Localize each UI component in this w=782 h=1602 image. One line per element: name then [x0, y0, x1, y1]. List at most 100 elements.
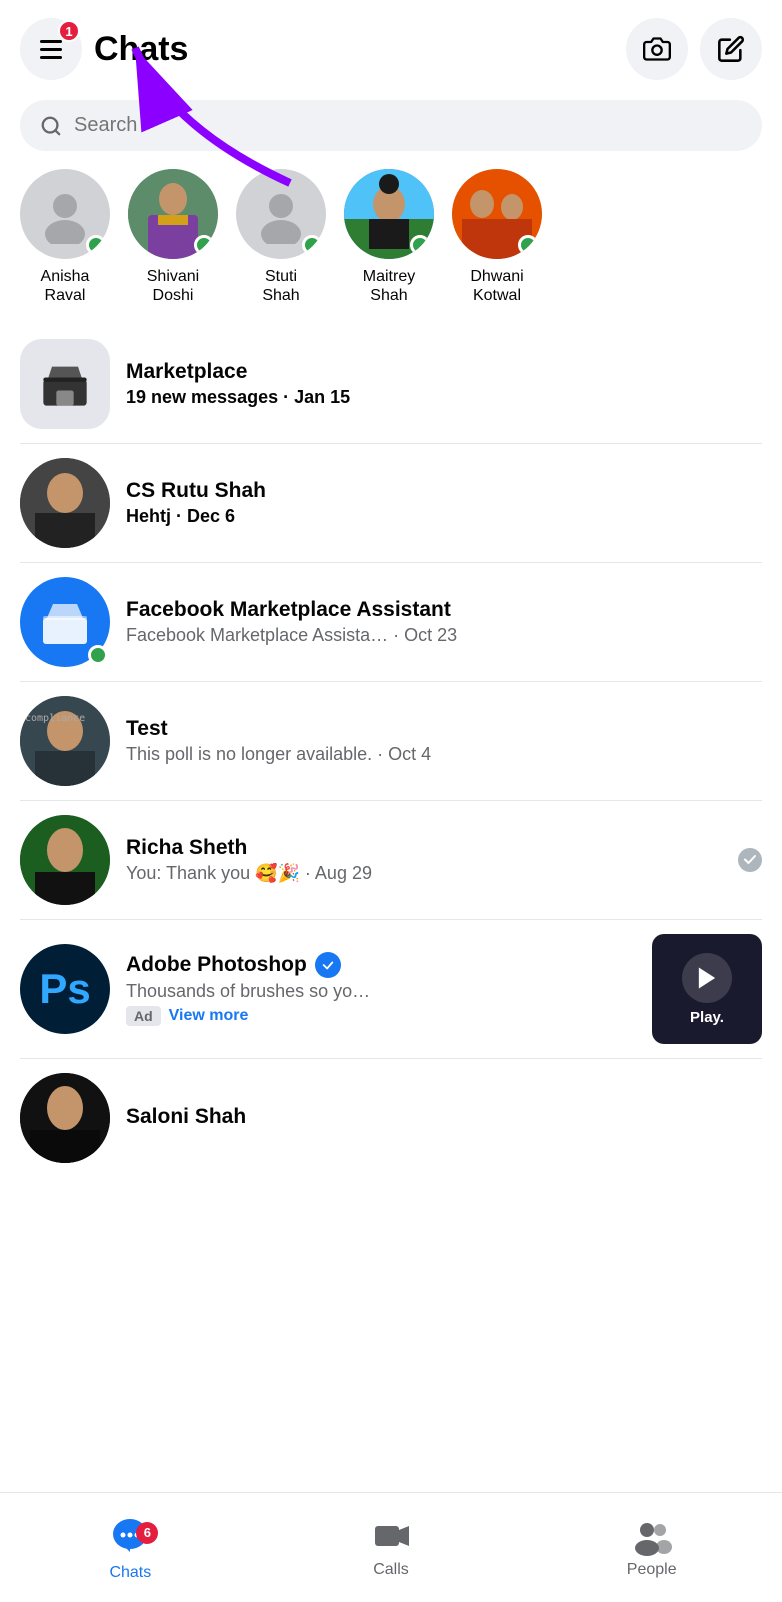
- chat-name: Marketplace: [126, 360, 762, 384]
- chat-avatar-adobe: Ps: [20, 944, 110, 1034]
- chat-name: Facebook Marketplace Assistant: [126, 598, 762, 622]
- view-more-link[interactable]: View more: [169, 1007, 249, 1025]
- camera-button[interactable]: [626, 18, 688, 80]
- chat-avatar-test: compliance: [20, 696, 110, 786]
- header: 1 Chats: [0, 0, 782, 90]
- chat-info: Richa Sheth You: Thank you 🥰🎉 · Aug 29: [126, 836, 722, 884]
- person-icon: [251, 184, 311, 244]
- online-indicator: [410, 235, 430, 255]
- checkmark-icon: [321, 958, 335, 972]
- story-item[interactable]: MaitreyShah: [344, 169, 434, 305]
- chat-info: Facebook Marketplace Assistant Facebook …: [126, 598, 762, 646]
- story-name: AnishaRaval: [41, 267, 90, 305]
- online-indicator: [194, 235, 214, 255]
- online-indicator: [86, 235, 106, 255]
- online-indicator: [88, 645, 108, 665]
- test-photo: compliance: [20, 696, 110, 786]
- chat-name: Richa Sheth: [126, 836, 722, 860]
- calls-icon: [371, 1516, 411, 1556]
- nav-icon-wrap: 6: [110, 1514, 150, 1559]
- compose-button[interactable]: [700, 18, 762, 80]
- people-icon: [632, 1516, 672, 1556]
- ad-label: Ad: [126, 1006, 161, 1026]
- nav-item-chats[interactable]: 6 Chats: [0, 1493, 261, 1602]
- page-title: Chats: [94, 30, 626, 69]
- play-icon: [693, 964, 721, 992]
- chat-avatar-richa: [20, 815, 110, 905]
- rutu-photo: [20, 458, 110, 548]
- chat-preview: You: Thank you 🥰🎉 · Aug 29: [126, 863, 722, 884]
- nav-label-chats: Chats: [109, 1564, 151, 1582]
- chat-info: Test This poll is no longer available. ·…: [126, 717, 762, 765]
- chat-preview: Hehtj · Dec 6: [126, 506, 762, 527]
- story-avatar-maitrey: [344, 169, 434, 259]
- richa-photo: [20, 815, 110, 905]
- marketplace-avatar: [20, 339, 110, 429]
- online-indicator: [518, 235, 538, 255]
- header-actions: [626, 18, 762, 80]
- chats-badge: 6: [136, 1522, 158, 1544]
- search-icon: [40, 115, 62, 137]
- chat-avatar-rutu: [20, 458, 110, 548]
- fb-marketplace-icon: [39, 596, 91, 648]
- chat-preview: 19 new messages · Jan 15: [126, 387, 762, 408]
- search-input[interactable]: [74, 114, 742, 137]
- list-item[interactable]: compliance Test This poll is no longer a…: [0, 682, 782, 800]
- nav-label-people: People: [627, 1561, 677, 1579]
- verified-badge: [315, 952, 341, 978]
- story-item[interactable]: AnishaRaval: [20, 169, 110, 305]
- ad-preview-image: Play.: [652, 934, 762, 1044]
- story-name: MaitreyShah: [363, 267, 415, 305]
- menu-button[interactable]: 1: [20, 18, 82, 80]
- story-item[interactable]: DhwaniKotwal: [452, 169, 542, 305]
- svg-text:compliance: compliance: [25, 713, 85, 724]
- ad-row: Ad View more: [126, 1006, 636, 1026]
- list-item[interactable]: Richa Sheth You: Thank you 🥰🎉 · Aug 29: [0, 801, 782, 919]
- story-avatar-stuti: [236, 169, 326, 259]
- chat-avatar-fbmp: [20, 577, 110, 667]
- list-item[interactable]: Saloni Shah: [0, 1059, 782, 1177]
- marketplace-store-icon: [39, 358, 91, 410]
- search-bar: [20, 100, 762, 151]
- story-avatar-anisha: [20, 169, 110, 259]
- chat-info: Adobe Photoshop Thousands of brushes so …: [126, 952, 636, 1026]
- story-avatar-dhwani: [452, 169, 542, 259]
- story-name: ShivaniDoshi: [147, 267, 199, 305]
- chat-info: Saloni Shah: [126, 1105, 762, 1132]
- nav-item-people[interactable]: People: [521, 1493, 782, 1602]
- chat-name: Adobe Photoshop: [126, 952, 636, 978]
- adobe-ps-logo: Ps: [39, 965, 90, 1013]
- chat-preview: This poll is no longer available. · Oct …: [126, 744, 762, 765]
- story-item[interactable]: ShivaniDoshi: [128, 169, 218, 305]
- list-item[interactable]: Facebook Marketplace Assistant Facebook …: [0, 563, 782, 681]
- chat-avatar-saloni: [20, 1073, 110, 1163]
- saloni-photo: [20, 1073, 110, 1163]
- list-item[interactable]: Marketplace 19 new messages · Jan 15: [0, 325, 782, 443]
- story-avatar-shivani: [128, 169, 218, 259]
- play-button[interactable]: [682, 953, 732, 1003]
- chat-preview: Facebook Marketplace Assista… · Oct 23: [126, 625, 762, 646]
- chat-name: Saloni Shah: [126, 1105, 762, 1129]
- read-receipt-icon: [738, 848, 762, 872]
- list-item[interactable]: CS Rutu Shah Hehtj · Dec 6: [0, 444, 782, 562]
- online-indicator: [302, 235, 322, 255]
- story-item[interactable]: StutiShah: [236, 169, 326, 305]
- list-item[interactable]: Ps Adobe Photoshop Thousands of brushes …: [0, 920, 782, 1058]
- menu-badge: 1: [58, 20, 80, 42]
- chat-info: CS Rutu Shah Hehtj · Dec 6: [126, 479, 762, 527]
- hamburger-icon: [40, 40, 62, 59]
- chat-name: Test: [126, 717, 762, 741]
- nav-item-calls[interactable]: Calls: [261, 1493, 522, 1602]
- chat-name: CS Rutu Shah: [126, 479, 762, 503]
- search-input-wrap[interactable]: [20, 100, 762, 151]
- ad-play-label: Play.: [690, 1009, 724, 1026]
- person-icon: [35, 184, 95, 244]
- nav-label-calls: Calls: [373, 1561, 409, 1579]
- stories-row: AnishaRaval ShivaniDoshi StutiShah: [0, 169, 782, 325]
- story-name: StutiShah: [262, 267, 299, 305]
- camera-icon: [643, 35, 671, 63]
- chat-list: Marketplace 19 new messages · Jan 15 CS …: [0, 325, 782, 1177]
- compose-icon: [717, 35, 745, 63]
- story-name: DhwaniKotwal: [470, 267, 523, 305]
- bottom-nav: 6 Chats Calls People: [0, 1492, 782, 1602]
